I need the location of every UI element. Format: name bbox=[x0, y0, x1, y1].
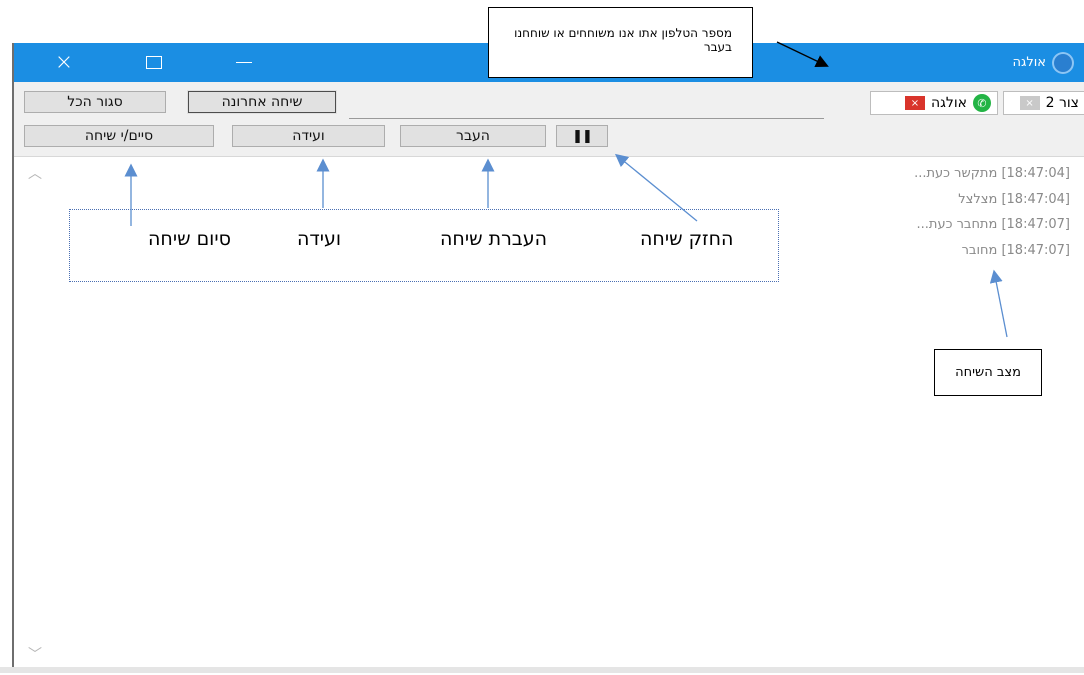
arrow-status bbox=[989, 269, 1008, 338]
arrow-phone bbox=[776, 41, 829, 68]
annotation-arrows bbox=[124, 41, 1008, 338]
arrow-hold bbox=[614, 153, 698, 222]
